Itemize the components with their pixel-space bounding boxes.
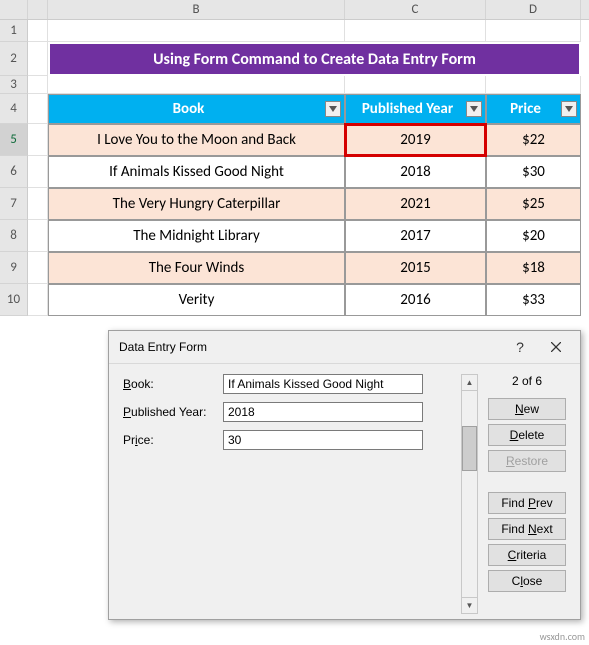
cell-B10[interactable]: Verity (48, 284, 345, 316)
dialog-buttons: 2 of 6 New Delete Restore Find Prev Find… (484, 374, 570, 614)
cell-C7[interactable]: 2021 (345, 188, 486, 220)
cell-C9[interactable]: 2015 (345, 252, 486, 284)
scroll-track[interactable] (462, 391, 477, 597)
row-7-header[interactable]: 7 (0, 188, 28, 220)
cell-C8[interactable]: 2017 (345, 220, 486, 252)
row-3-header[interactable]: 3 (0, 76, 28, 94)
data-entry-form-dialog: Data Entry Form ? Book: Published Year: … (108, 330, 581, 620)
cell-C5-active[interactable]: 2019 (345, 124, 486, 156)
cell-A8[interactable] (28, 220, 48, 252)
chevron-down-icon (565, 106, 573, 112)
cell-A2[interactable] (28, 42, 48, 76)
restore-button: Restore (488, 450, 566, 472)
watermark: wsxdn.com (540, 630, 585, 643)
cell-A7[interactable] (28, 188, 48, 220)
select-all-corner[interactable] (0, 0, 28, 19)
filter-year-button[interactable] (466, 101, 482, 117)
row-9-header[interactable]: 9 (0, 252, 28, 284)
cell-D5[interactable]: $22 (486, 124, 581, 156)
cell-A6[interactable] (28, 156, 48, 188)
header-book[interactable]: Book (48, 94, 345, 124)
col-B-header[interactable]: B (48, 0, 345, 19)
header-year-label: Published Year (362, 100, 453, 118)
x-icon (551, 342, 561, 352)
row-4-header[interactable]: 4 (0, 94, 28, 124)
year-input[interactable] (223, 402, 423, 422)
find-prev-button[interactable]: Find Prev (488, 492, 566, 514)
cell-A1[interactable] (28, 20, 48, 42)
cell-D10[interactable]: $33 (486, 284, 581, 316)
price-input[interactable] (223, 430, 423, 450)
header-book-label: Book (173, 100, 205, 118)
chevron-down-icon (470, 106, 478, 112)
cell-D1[interactable] (486, 20, 581, 42)
header-price[interactable]: Price (486, 94, 581, 124)
close-icon[interactable] (538, 337, 574, 357)
cell-B3[interactable] (48, 76, 345, 94)
row-10-header[interactable]: 10 (0, 284, 28, 316)
row-2-header[interactable]: 2 (0, 42, 28, 76)
cell-C10[interactable]: 2016 (345, 284, 486, 316)
row-1-header[interactable]: 1 (0, 20, 28, 42)
cell-D9[interactable]: $18 (486, 252, 581, 284)
cell-A10[interactable] (28, 284, 48, 316)
spreadsheet: B C D 1 2 Using Form Command to Create D… (0, 0, 589, 316)
header-price-label: Price (510, 100, 541, 118)
cell-C6[interactable]: 2018 (345, 156, 486, 188)
dialog-fields: Book: Published Year: Price: (123, 374, 455, 614)
cell-D3[interactable] (486, 76, 581, 94)
record-counter: 2 of 6 (512, 374, 542, 388)
scroll-thumb[interactable] (462, 426, 477, 471)
cell-B8[interactable]: The Midnight Library (48, 220, 345, 252)
cell-C1[interactable] (345, 20, 486, 42)
dialog-titlebar[interactable]: Data Entry Form ? (109, 331, 580, 364)
dialog-title: Data Entry Form (119, 340, 502, 354)
book-input[interactable] (223, 374, 423, 394)
title-cell[interactable]: Using Form Command to Create Data Entry … (48, 42, 581, 76)
cell-B1[interactable] (48, 20, 345, 42)
row-8-header[interactable]: 8 (0, 220, 28, 252)
cell-B9[interactable]: The Four Winds (48, 252, 345, 284)
cell-D8[interactable]: $20 (486, 220, 581, 252)
new-button[interactable]: New (488, 398, 566, 420)
cell-A9[interactable] (28, 252, 48, 284)
close-button[interactable]: Close (488, 570, 566, 592)
cell-B6[interactable]: If Animals Kissed Good Night (48, 156, 345, 188)
price-label: Price: (123, 433, 223, 447)
header-year[interactable]: Published Year (345, 94, 486, 124)
book-label: Book: (123, 377, 223, 391)
col-C-header[interactable]: C (345, 0, 486, 19)
scroll-down-icon[interactable]: ▼ (462, 597, 477, 613)
row-6-header[interactable]: 6 (0, 156, 28, 188)
cell-B5[interactable]: I Love You to the Moon and Back (48, 124, 345, 156)
cell-C3[interactable] (345, 76, 486, 94)
cell-D7[interactable]: $25 (486, 188, 581, 220)
find-next-button[interactable]: Find Next (488, 518, 566, 540)
col-D-header[interactable]: D (486, 0, 581, 19)
help-button[interactable]: ? (502, 337, 538, 357)
row-5-header[interactable]: 5 (0, 124, 28, 156)
cell-B7[interactable]: The Very Hungry Caterpillar (48, 188, 345, 220)
dialog-scrollbar[interactable]: ▲ ▼ (461, 374, 478, 614)
cell-A5[interactable] (28, 124, 48, 156)
cell-D6[interactable]: $30 (486, 156, 581, 188)
filter-book-button[interactable] (325, 101, 341, 117)
cell-A4[interactable] (28, 94, 48, 124)
filter-price-button[interactable] (561, 101, 577, 117)
delete-button[interactable]: Delete (488, 424, 566, 446)
column-headers: B C D (0, 0, 589, 20)
chevron-down-icon (329, 106, 337, 112)
col-A-header[interactable] (28, 0, 48, 19)
scroll-up-icon[interactable]: ▲ (462, 375, 477, 391)
cell-A3[interactable] (28, 76, 48, 94)
criteria-button[interactable]: Criteria (488, 544, 566, 566)
year-label: Published Year: (123, 405, 223, 419)
